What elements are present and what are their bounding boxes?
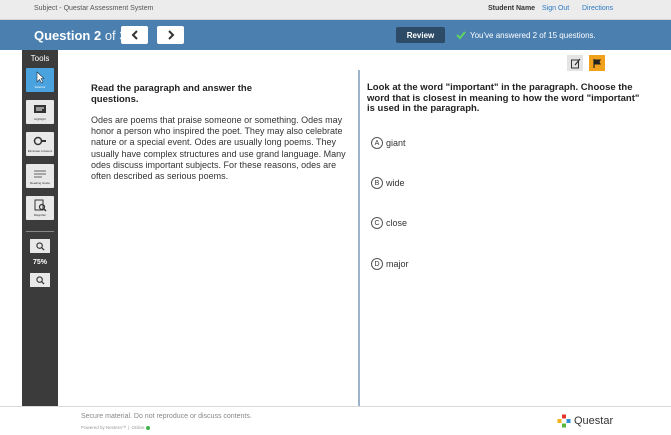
tools-sidebar: Tools Selector Highlight Eliminate Answe… [22,50,58,406]
question-bar: Question 2 of 30 Review You've answered … [0,20,671,50]
tool-magnifier[interactable]: Magnifier [26,196,54,220]
tool-label: Eliminate Answers [27,149,53,153]
tool-selector[interactable]: Selector [26,68,54,92]
answer-option-b[interactable]: B wide [371,177,405,189]
directions-link[interactable]: Directions [582,5,613,12]
tool-reading-guide[interactable]: Reading Guide [26,164,54,188]
question-number: Question 2 [34,28,102,43]
previous-question-button[interactable] [121,26,148,44]
secure-notice: Secure material. Do not reproduce or dis… [81,413,252,420]
option-text: wide [386,178,405,188]
answered-status: You've answered 2 of 15 questions. [456,30,596,40]
online-text: Online [131,425,145,430]
tool-eliminate-answers[interactable]: Eliminate Answers [26,132,54,156]
tool-label: Selector [34,85,46,89]
tool-highlight[interactable]: Highlight [26,100,54,124]
zoom-in-icon [35,241,45,251]
option-letter: C [371,217,383,229]
zoom-out-icon [35,275,45,285]
zoom-out-button[interactable] [30,273,50,287]
online-status-dot [146,425,151,430]
powered-text: Powered by Nextera™ [81,425,127,430]
tool-label: Magnifier [33,213,47,217]
highlighter-icon [34,105,46,113]
option-text: giant [386,138,406,148]
notes-button[interactable] [567,55,583,71]
reading-guide-icon [34,170,46,178]
zoom-level: 75% [32,259,47,266]
question-pane: Look at the word "important" in the para… [360,50,671,406]
notepad-icon [570,58,580,68]
tool-label: Highlight [34,117,46,121]
tool-label: Reading Guide [29,181,50,185]
cursor-icon [36,71,45,84]
flag-button[interactable] [589,55,605,71]
tools-label: Tools [30,54,50,63]
flag-icon [592,58,601,68]
question-counter: Question 2 of 30 [34,28,134,43]
answered-text: You've answered 2 of 15 questions. [470,30,596,40]
option-letter: B [371,177,383,189]
questar-logo-icon [557,414,571,428]
check-icon [456,31,466,40]
option-text: major [386,259,409,269]
tools-divider [26,231,54,232]
chevron-left-icon [131,30,138,40]
review-button[interactable]: Review [396,27,445,43]
eliminate-icon [33,136,46,146]
next-question-button[interactable] [157,26,184,44]
powered-by: Powered by Nextera™ | Online [81,425,151,430]
passage-instruction: Read the paragraph and answer the questi… [91,83,253,105]
option-letter: D [371,258,383,270]
footer: Secure material. Do not reproduce or dis… [0,406,671,435]
answer-option-a[interactable]: A giant [371,137,406,149]
student-name: Student Name [488,5,536,12]
magnifier-icon [34,199,47,212]
sign-out-link[interactable]: Sign Out [542,5,569,12]
subject-title: Subject - Questar Assessment System [34,5,154,12]
questar-logo: Questar [557,414,613,428]
passage-pane: Read the paragraph and answer the questi… [58,50,358,406]
answer-option-c[interactable]: C close [371,217,407,229]
option-text: close [386,218,408,228]
option-letter: A [371,137,383,149]
passage-text[interactable]: Odes are poems that praise someone or so… [91,115,346,182]
zoom-in-button[interactable] [30,239,50,253]
logo-text: Questar [574,415,614,427]
answer-option-d[interactable]: D major [371,258,409,270]
question-prompt: Look at the word "important" in the para… [367,82,640,114]
chevron-right-icon [167,30,174,40]
top-bar: Subject - Questar Assessment System Stud… [0,0,671,20]
